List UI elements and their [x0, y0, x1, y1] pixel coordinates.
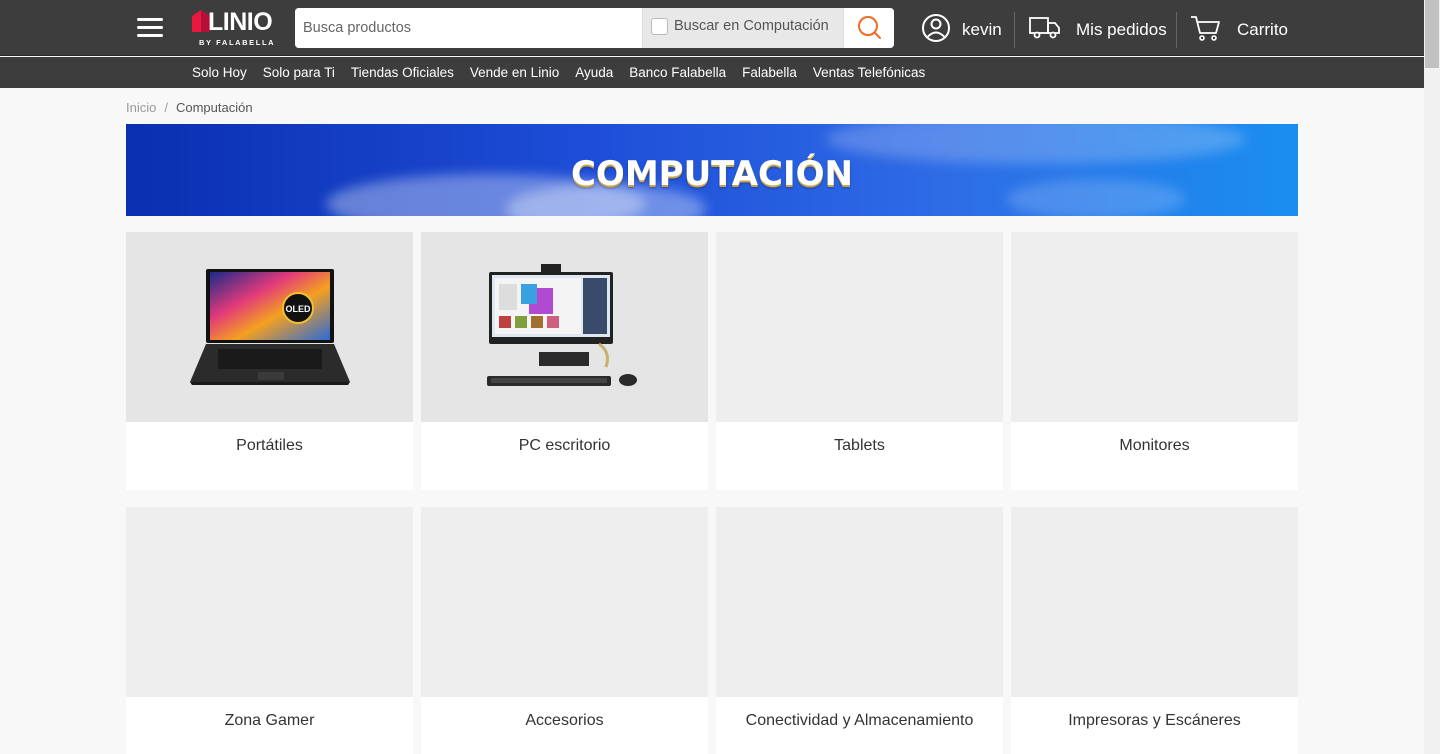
category-image — [421, 232, 708, 422]
header-divider — [1014, 12, 1015, 48]
logo-subtitle: BY FALABELLA — [199, 38, 276, 47]
oled-badge: OLED — [285, 304, 311, 314]
category-image-placeholder — [1011, 232, 1298, 422]
laptop-image: OLED — [190, 269, 350, 385]
category-banner: COMPUTACIÓN — [126, 124, 1298, 216]
user-icon — [922, 14, 950, 42]
truck-icon — [1029, 17, 1060, 39]
nav-item-falabella[interactable]: Falabella — [742, 65, 797, 80]
nav-item-ayuda[interactable]: Ayuda — [575, 65, 613, 80]
category-card-monitores[interactable]: Monitores — [1011, 232, 1298, 490]
category-image-placeholder — [1011, 507, 1298, 697]
breadcrumb-separator: / — [164, 100, 168, 115]
category-label: Impresoras y Escáneres — [1068, 712, 1241, 729]
breadcrumb: Inicio / Computación — [126, 100, 253, 115]
nav-item-solo-hoy[interactable]: Solo Hoy — [192, 65, 247, 80]
nav-item-banco-falabella[interactable]: Banco Falabella — [629, 65, 726, 80]
breadcrumb-current: Computación — [175, 100, 253, 115]
logo-wordmark: LINIO — [208, 8, 273, 36]
category-card-tablets[interactable]: Tablets — [716, 232, 1003, 490]
banner-title: COMPUTACIÓN — [570, 154, 854, 194]
search-category-checkbox[interactable] — [651, 18, 668, 35]
site-header: LINIO BY FALABELLA Buscar en Computación… — [0, 0, 1424, 56]
category-card-conectividad[interactable]: Conectividad y Almacenamiento — [716, 507, 1003, 754]
category-image-placeholder — [716, 507, 1003, 697]
search-category-filter[interactable]: Buscar en Computación — [642, 8, 843, 48]
nav-item-solo-para-ti[interactable]: Solo para Ti — [263, 65, 335, 80]
category-image-placeholder — [421, 507, 708, 697]
cart-label: Carrito — [1237, 20, 1289, 39]
header-divider — [1176, 12, 1177, 48]
page-scrollbar[interactable] — [1424, 0, 1440, 754]
category-image: OLED — [126, 232, 413, 422]
search-category-label: Buscar en Computación — [674, 18, 829, 34]
category-card-portatiles[interactable]: OLED Portátiles — [126, 232, 413, 490]
nav-item-vende-en-linio[interactable]: Vende en Linio — [470, 65, 559, 80]
user-name: kevin — [962, 20, 1002, 39]
search-bar: Buscar en Computación — [295, 8, 894, 48]
nav-item-ventas-telefonicas[interactable]: Ventas Telefónicas — [813, 65, 925, 80]
category-card-pc-escritorio[interactable]: PC escritorio — [421, 232, 708, 490]
category-image-placeholder — [716, 232, 1003, 422]
breadcrumb-home[interactable]: Inicio — [126, 100, 156, 115]
secondary-nav: Solo Hoy Solo para Ti Tiendas Oficiales … — [0, 57, 1424, 88]
category-label: Monitores — [1119, 437, 1190, 454]
category-label: Zona Gamer — [224, 712, 315, 729]
category-image-placeholder — [126, 507, 413, 697]
orders-label: Mis pedidos — [1076, 20, 1167, 39]
desktop-image — [487, 264, 637, 386]
category-label: Conectividad y Almacenamiento — [745, 712, 974, 729]
category-label: Portátiles — [236, 437, 303, 454]
linio-logo[interactable]: LINIO BY FALABELLA — [186, 6, 278, 50]
category-card-zona-gamer[interactable]: Zona Gamer — [126, 507, 413, 754]
search-button[interactable] — [843, 8, 894, 48]
category-card-impresoras[interactable]: Impresoras y Escáneres — [1011, 507, 1298, 754]
category-label: PC escritorio — [518, 437, 611, 454]
cart-icon — [1191, 16, 1220, 41]
nav-item-tiendas-oficiales[interactable]: Tiendas Oficiales — [351, 65, 454, 80]
search-icon — [858, 16, 881, 39]
category-label: Tablets — [834, 437, 885, 454]
menu-icon[interactable] — [137, 18, 163, 38]
category-label: Accesorios — [525, 712, 604, 729]
search-input[interactable] — [295, 8, 642, 48]
category-card-accesorios[interactable]: Accesorios — [421, 507, 708, 754]
scrollbar-thumb[interactable] — [1425, 0, 1439, 68]
